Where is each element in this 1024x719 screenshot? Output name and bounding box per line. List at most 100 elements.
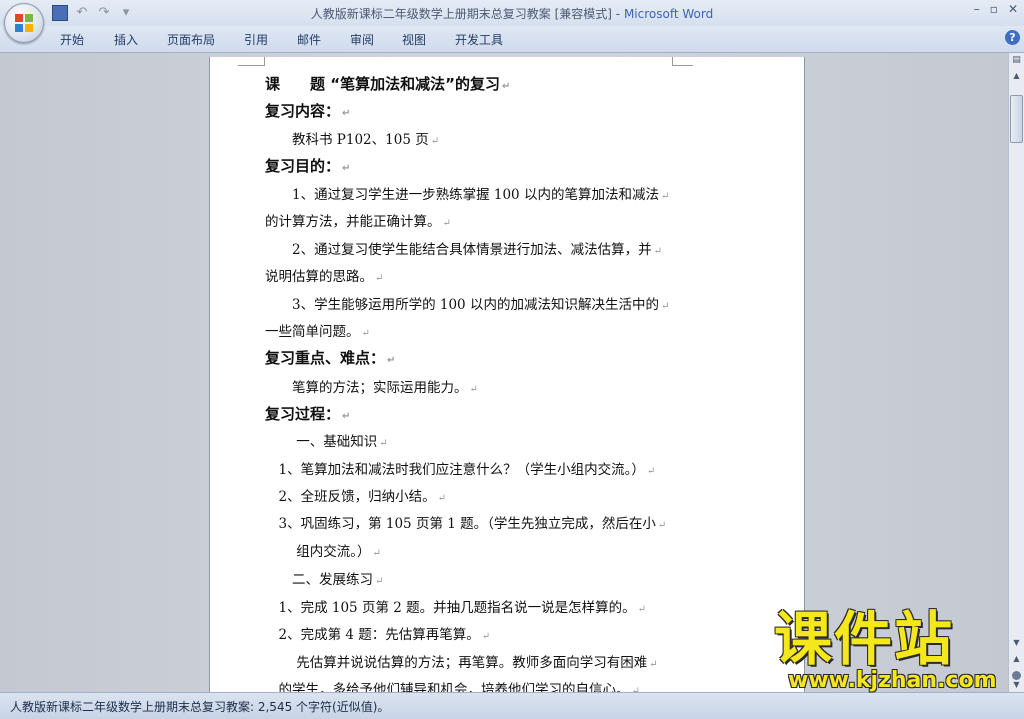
tab-page-layout[interactable]: 页面布局	[167, 31, 215, 48]
document-line: 2、全班反馈，归纳小结。 ↵	[265, 485, 446, 505]
title-bar: ↶ ↷ ▾ 人教版新课标二年级数学上册期末总复习教案 [兼容模式] - Micr…	[0, 0, 1024, 26]
watermark-brand: 课件站	[774, 605, 955, 673]
line-text: 教科书 P102、105 页	[265, 132, 429, 148]
line-text: 3、学生能够运用所学的 100 以内的加减法知识解决生活中的	[265, 297, 659, 313]
paragraph-mark-icon: ↵	[653, 246, 662, 257]
paragraph-mark-icon: ↵	[437, 493, 446, 504]
document-line: 一、基础知识 ↵	[265, 430, 388, 450]
paragraph-mark-icon: ↵	[637, 604, 647, 615]
paragraph-mark-icon: ↵	[375, 273, 384, 284]
line-text: 2、全班反馈，归纳小结。	[265, 489, 436, 505]
document-heading: 课 题 “笔算加法和减法”的复习 ↵	[265, 73, 510, 94]
previous-page-icon[interactable]: ▲	[1010, 654, 1023, 668]
paragraph-mark-icon: ↵	[660, 191, 670, 202]
tab-insert[interactable]: 插入	[114, 31, 138, 48]
window-title: 人教版新课标二年级数学上册期末总复习教案 [兼容模式] - Microsoft …	[0, 5, 1024, 22]
paragraph-mark-icon: ↵	[342, 411, 351, 422]
line-text: 1、通过复习学生进一步熟练掌握 100 以内的笔算加法和减法	[265, 187, 659, 203]
paragraph-mark-icon: ↵	[379, 438, 388, 449]
paragraph-mark-icon: ↵	[387, 355, 396, 366]
document-line: 1、完成 105 页第 2 题。并抽几题指名说一说是怎样算的。 ↵	[265, 596, 646, 616]
paragraph-mark-icon: ↵	[430, 136, 440, 147]
close-button[interactable]: ✕	[1008, 2, 1018, 16]
tab-developer[interactable]: 开发工具	[455, 31, 503, 48]
scroll-up-icon[interactable]: ▲	[1010, 69, 1023, 83]
document-line: 的计算方法，并能正确计算。 ↵	[265, 210, 451, 230]
scroll-thumb[interactable]	[1010, 95, 1023, 143]
document-line: 1、笔算加法和减法时我们应注意什么？（学生小组内交流。） ↵	[265, 458, 655, 478]
document-line: 组内交流。） ↵	[265, 540, 381, 560]
paragraph-mark-icon: ↵	[375, 576, 384, 587]
status-text: 人教版新课标二年级数学上册期末总复习教案: 2,545 个字符(近似值)。	[10, 700, 390, 714]
tab-review[interactable]: 审阅	[350, 31, 374, 48]
line-text: 一些简单问题。	[265, 324, 360, 340]
document-line: 1、通过复习学生进一步熟练掌握 100 以内的笔算加法和减法 ↵	[265, 183, 669, 203]
next-page-icon[interactable]: ▼	[1010, 680, 1023, 692]
line-text: 复习内容：	[265, 102, 341, 120]
line-text: 复习过程：	[265, 405, 341, 423]
office-button[interactable]	[4, 3, 44, 43]
line-text: 2、完成第 4 题：先估算再笔算。	[265, 627, 480, 643]
paragraph-mark-icon: ↵	[361, 328, 370, 339]
tab-view[interactable]: 视图	[402, 31, 426, 48]
line-text: 组内交流。）	[265, 544, 371, 560]
window-controls: – ▫ ✕	[974, 2, 1018, 16]
paragraph-mark-icon: ↵	[481, 631, 491, 642]
paragraph-mark-icon: ↵	[342, 163, 351, 174]
line-text: 笔算的方法；实际运用能力。	[265, 380, 468, 396]
app-name: Microsoft Word	[623, 7, 714, 21]
document-workspace: 课 题 “笔算加法和减法”的复习 ↵ 复习内容： ↵ 教科书 P102、105 页 ↵ 复…	[0, 53, 1008, 697]
paragraph-mark-icon: ↵	[501, 81, 511, 92]
document-line: 二、发展练习 ↵	[265, 568, 383, 588]
tab-mailings[interactable]: 邮件	[297, 31, 321, 48]
line-text: 的计算方法，并能正确计算。	[265, 214, 441, 230]
watermark-url: www.kjzhan.com	[788, 668, 997, 693]
document-heading: 复习重点、难点： ↵	[265, 347, 395, 368]
scroll-down-icon[interactable]: ▼	[1010, 638, 1023, 652]
help-icon[interactable]: ?	[1005, 30, 1020, 45]
vertical-scrollbar[interactable]: ▤ ▲ ▼ ▲ ▼	[1008, 53, 1024, 692]
document-heading: 复习内容： ↵	[265, 100, 350, 121]
document-heading: 复习过程： ↵	[265, 403, 350, 424]
document-line: 说明估算的思路。 ↵	[265, 265, 383, 285]
paragraph-mark-icon: ↵	[372, 548, 381, 559]
restore-button[interactable]: ▫	[990, 2, 998, 16]
office-logo-icon	[15, 14, 33, 32]
ruler-toggle-icon[interactable]: ▤	[1010, 55, 1023, 66]
crop-mark	[672, 57, 693, 66]
line-text: 复习目的：	[265, 157, 341, 175]
paragraph-mark-icon: ↵	[646, 466, 656, 477]
line-text: 先估算并说说估算的方法；再笔算。教师多面向学习有困难	[265, 655, 648, 671]
document-line: 一些简单问题。 ↵	[265, 320, 370, 340]
browse-object-icon[interactable]	[1012, 671, 1021, 680]
status-bar: 人教版新课标二年级数学上册期末总复习教案: 2,545 个字符(近似值)。	[0, 692, 1024, 719]
paragraph-mark-icon: ↵	[469, 384, 478, 395]
tab-references[interactable]: 引用	[244, 31, 268, 48]
document-title: 人教版新课标二年级数学上册期末总复习教案 [兼容模式]	[310, 7, 612, 21]
line-text: 二、发展练习	[265, 572, 373, 588]
document-heading: 复习目的： ↵	[265, 155, 350, 176]
document-line: 3、学生能够运用所学的 100 以内的加减法知识解决生活中的 ↵	[265, 293, 669, 313]
title-separator: -	[611, 7, 624, 21]
crop-mark	[238, 57, 265, 66]
line-text: 一、基础知识	[265, 434, 378, 450]
line-text: 复习重点、难点：	[265, 349, 386, 367]
paragraph-mark-icon: ↵	[657, 520, 667, 531]
line-text: 1、完成 105 页第 2 题。并抽几题指名说一说是怎样算的。	[265, 600, 636, 616]
document-line: 先估算并说说估算的方法；再笔算。教师多面向学习有困难 ↵	[265, 651, 657, 671]
document-line: 3、巩固练习，第 105 页第 1 题。（学生先独立完成，然后在小 ↵	[265, 512, 666, 532]
paragraph-mark-icon: ↵	[442, 218, 451, 229]
paragraph-mark-icon: ↵	[660, 301, 670, 312]
line-text: 课 题 “笔算加法和减法”的复习	[265, 75, 500, 93]
document-page[interactable]: 课 题 “笔算加法和减法”的复习 ↵ 复习内容： ↵ 教科书 P102、105 页 ↵ 复…	[209, 57, 805, 697]
ribbon-tabs: 开始 插入 页面布局 引用 邮件 审阅 视图 开发工具 ?	[0, 26, 1024, 53]
line-text: 1、笔算加法和减法时我们应注意什么？（学生小组内交流。）	[265, 462, 645, 478]
document-line: 2、通过复习使学生能结合具体情景进行加法、减法估算，并 ↵	[265, 238, 662, 258]
tab-home[interactable]: 开始	[60, 31, 84, 48]
line-text: 3、巩固练习，第 105 页第 1 题。（学生先独立完成，然后在小	[265, 516, 656, 532]
line-text: 2、通过复习使学生能结合具体情景进行加法、减法估算，并	[265, 242, 652, 258]
line-text: 说明估算的思路。	[265, 269, 373, 285]
paragraph-mark-icon: ↵	[342, 108, 351, 119]
minimize-button[interactable]: –	[974, 2, 980, 16]
document-line: 笔算的方法；实际运用能力。 ↵	[265, 376, 478, 396]
